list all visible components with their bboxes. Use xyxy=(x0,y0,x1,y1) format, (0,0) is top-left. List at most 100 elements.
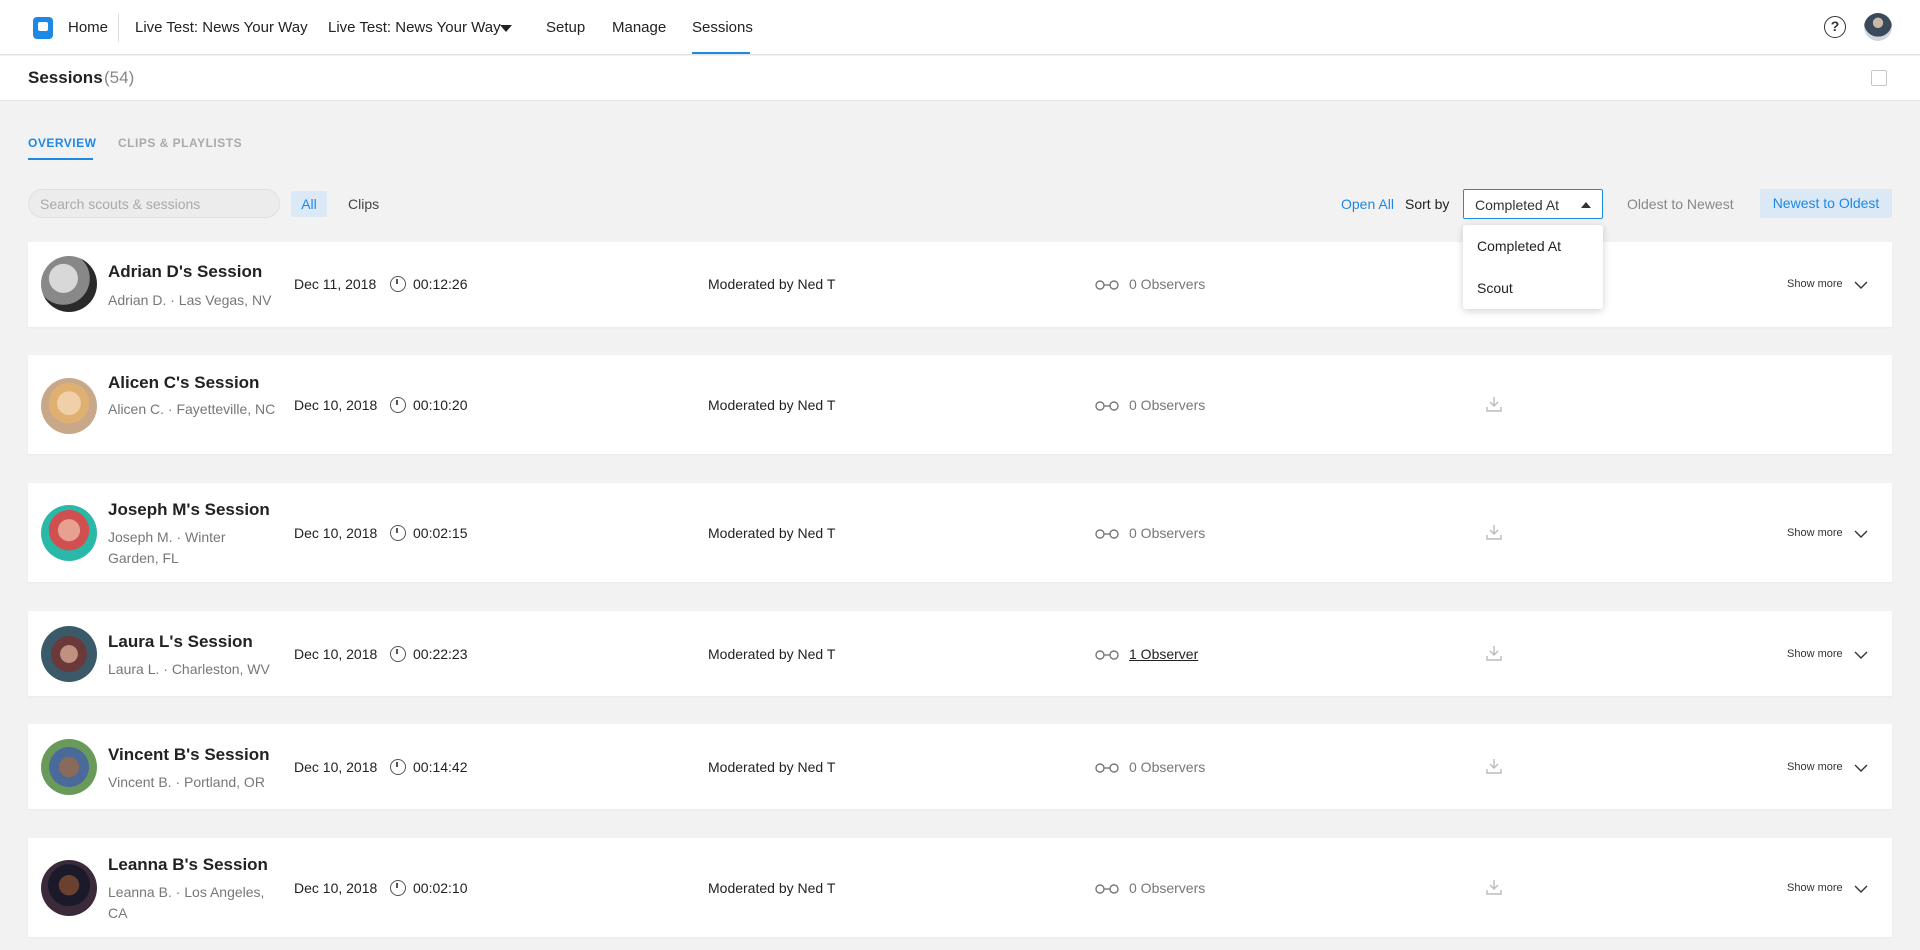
show-more-button[interactable]: Show more xyxy=(1787,882,1843,894)
chevron-down-icon[interactable] xyxy=(1854,885,1868,893)
session-name[interactable]: Laura L's Session xyxy=(108,632,253,652)
avatar xyxy=(41,739,97,795)
session-observers: 0 Observers xyxy=(1129,525,1206,541)
session-duration: 00:02:10 xyxy=(413,880,468,896)
clock-icon xyxy=(390,759,406,775)
avatar xyxy=(41,378,97,434)
avatar xyxy=(41,505,97,561)
search-input[interactable] xyxy=(28,189,280,218)
open-all-link[interactable]: Open All xyxy=(1341,196,1394,212)
session-date: Dec 10, 2018 xyxy=(294,646,378,662)
session-date: Dec 11, 2018 xyxy=(294,276,377,292)
session-name[interactable]: Alicen C's Session xyxy=(108,373,259,393)
app-logo-icon[interactable] xyxy=(33,17,53,39)
filter-clips-button[interactable]: Clips xyxy=(348,196,379,212)
session-location: Laura L. · Charleston, WV xyxy=(108,661,270,677)
session-count: (54) xyxy=(104,68,135,87)
session-location: Joseph M. · Winter Garden, FL xyxy=(108,529,226,566)
observers-icon xyxy=(1095,401,1119,411)
show-more-button[interactable]: Show more xyxy=(1787,527,1843,539)
session-moderator: Moderated by Ned T xyxy=(708,276,836,292)
nav-manage[interactable]: Manage xyxy=(612,19,666,36)
chevron-down-icon[interactable] xyxy=(1854,281,1868,289)
session-date: Dec 10, 2018 xyxy=(294,525,378,541)
tab-clips-playlists[interactable]: CLIPS & PLAYLISTS xyxy=(118,136,242,150)
observers-icon xyxy=(1095,529,1119,539)
session-date: Dec 10, 2018 xyxy=(294,759,378,775)
nav-home[interactable]: Home xyxy=(68,19,108,36)
tab-active-indicator xyxy=(28,158,93,160)
show-more-button[interactable]: Show more xyxy=(1787,648,1843,660)
export-icon[interactable] xyxy=(1871,70,1887,86)
download-icon[interactable] xyxy=(1485,757,1503,775)
observers-icon xyxy=(1095,650,1119,660)
avatar xyxy=(41,860,97,916)
download-icon[interactable] xyxy=(1485,878,1503,896)
session-duration: 00:10:20 xyxy=(413,397,468,413)
nav-project-link[interactable]: Live Test: News Your Way xyxy=(135,19,308,36)
session-moderator: Moderated by Ned T xyxy=(708,759,836,775)
download-icon[interactable] xyxy=(1485,395,1503,413)
nav-sessions[interactable]: Sessions xyxy=(692,19,753,36)
session-row[interactable]: Laura L's Session Laura L. · Charleston,… xyxy=(28,611,1892,696)
session-name[interactable]: Joseph M's Session xyxy=(108,500,270,520)
sort-option-completed-at[interactable]: Completed At xyxy=(1477,238,1561,254)
page-header: Sessions (54) xyxy=(0,56,1920,101)
session-date: Dec 10, 2018 xyxy=(294,880,378,896)
session-name[interactable]: Leanna B's Session xyxy=(108,855,268,875)
session-row[interactable]: Adrian D's Session Adrian D. · Las Vegas… xyxy=(28,242,1892,327)
nav-setup[interactable]: Setup xyxy=(546,19,585,36)
session-row[interactable]: Joseph M's Session Joseph M. · Winter Ga… xyxy=(28,483,1892,582)
session-observers: 0 Observers xyxy=(1129,397,1206,413)
caret-up-icon xyxy=(1581,202,1591,208)
session-location: Vincent B. · Portland, OR xyxy=(108,774,265,790)
filter-all-button[interactable]: All xyxy=(291,191,327,217)
session-row[interactable]: Vincent B's Session Vincent B. · Portlan… xyxy=(28,724,1892,809)
session-moderator: Moderated by Ned T xyxy=(708,880,836,896)
avatar xyxy=(41,256,97,312)
sort-option-scout[interactable]: Scout xyxy=(1477,280,1513,296)
session-observers: 0 Observers xyxy=(1129,276,1206,292)
session-observers-link[interactable]: 1 Observer xyxy=(1129,646,1198,662)
session-duration: 00:12:26 xyxy=(413,276,468,292)
tab-overview[interactable]: OVERVIEW xyxy=(28,136,96,150)
chevron-down-icon[interactable] xyxy=(1854,651,1868,659)
clock-icon xyxy=(390,525,406,541)
show-more-button[interactable]: Show more xyxy=(1787,278,1843,290)
session-observers: 0 Observers xyxy=(1129,880,1206,896)
session-name[interactable]: Vincent B's Session xyxy=(108,745,270,765)
sort-select-value: Completed At xyxy=(1475,197,1560,213)
nav-active-indicator xyxy=(692,52,750,54)
sort-select[interactable]: Completed At xyxy=(1463,189,1603,219)
avatar xyxy=(41,626,97,682)
chevron-down-icon[interactable] xyxy=(1854,764,1868,772)
show-more-button[interactable]: Show more xyxy=(1787,761,1843,773)
session-moderator: Moderated by Ned T xyxy=(708,397,836,413)
session-location: Leanna B. · Los Angeles, CA xyxy=(108,884,265,921)
download-icon[interactable] xyxy=(1485,644,1503,662)
session-row[interactable]: Leanna B's Session Leanna B. · Los Angel… xyxy=(28,838,1892,937)
page-title: Sessions xyxy=(28,68,103,87)
sort-dropdown-menu: Completed At Scout xyxy=(1463,225,1603,309)
session-duration: 00:02:15 xyxy=(413,525,468,541)
sort-newest-button[interactable]: Newest to Oldest xyxy=(1760,189,1892,218)
session-duration: 00:22:23 xyxy=(413,646,468,662)
sort-oldest-button[interactable]: Oldest to Newest xyxy=(1627,196,1734,212)
observers-icon xyxy=(1095,884,1119,894)
session-name[interactable]: Adrian D's Session xyxy=(108,262,262,282)
caret-down-icon[interactable] xyxy=(500,25,512,32)
download-icon[interactable] xyxy=(1485,523,1503,541)
session-observers: 0 Observers xyxy=(1129,759,1206,775)
session-moderator: Moderated by Ned T xyxy=(708,646,836,662)
session-row[interactable]: Alicen C's Session Alicen C. · Fayettevi… xyxy=(28,355,1892,454)
sort-by-label: Sort by xyxy=(1405,196,1450,212)
help-icon[interactable]: ? xyxy=(1824,16,1846,38)
user-avatar[interactable] xyxy=(1864,13,1892,41)
chevron-down-icon[interactable] xyxy=(1854,530,1868,538)
observers-icon xyxy=(1095,763,1119,773)
nav-project-dropdown[interactable]: Live Test: News Your Way xyxy=(328,19,501,36)
clock-icon xyxy=(390,276,406,292)
session-duration: 00:14:42 xyxy=(413,759,468,775)
observers-icon xyxy=(1095,280,1119,290)
top-nav: Home Live Test: News Your Way Live Test:… xyxy=(0,0,1920,55)
